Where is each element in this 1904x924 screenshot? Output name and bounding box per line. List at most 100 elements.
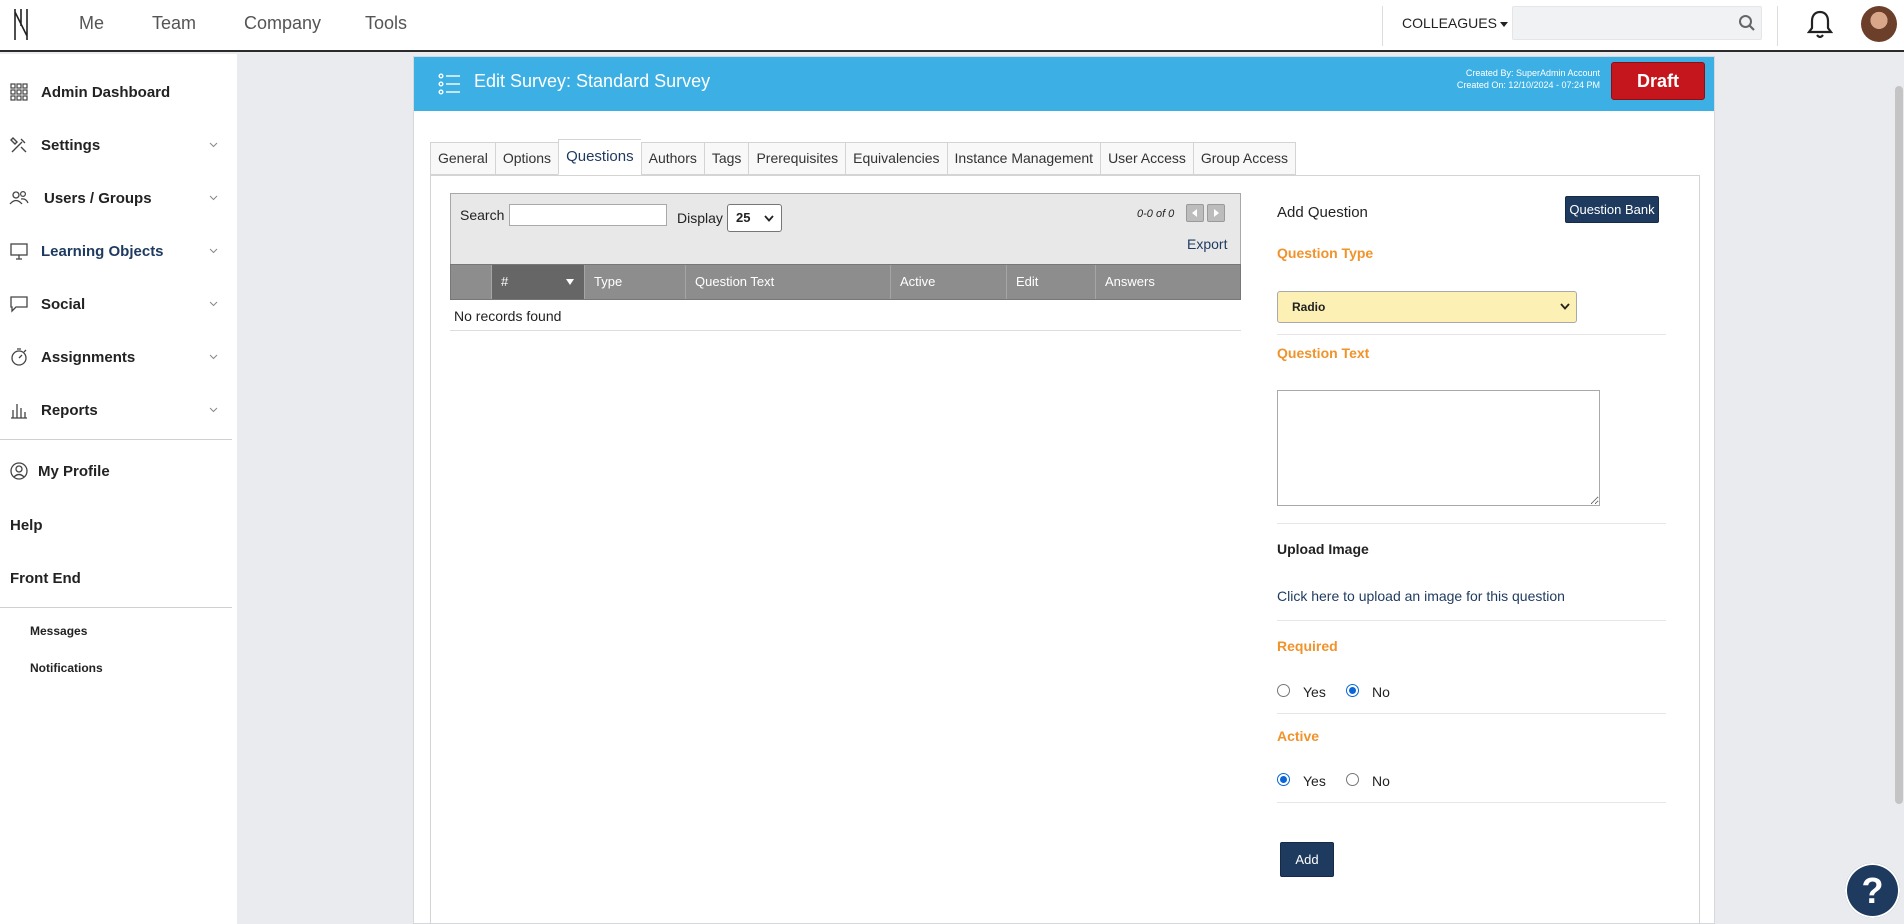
nav-company[interactable]: Company xyxy=(244,13,321,34)
sidebar-item-assignments[interactable]: Assignments xyxy=(0,337,232,377)
tab-questions[interactable]: Questions xyxy=(558,139,641,175)
sidebar-item-label: Settings xyxy=(41,136,101,154)
chevron-down-icon xyxy=(209,195,218,201)
created-meta: Created By: SuperAdmin Account Created O… xyxy=(1457,67,1600,91)
grid-header-row: # Type Question Text Active Edit Answers xyxy=(450,264,1241,300)
caret-down-icon xyxy=(1499,21,1508,27)
tab-prerequisites[interactable]: Prerequisites xyxy=(748,142,846,175)
tab-options[interactable]: Options xyxy=(494,142,559,175)
sidebar-item-label: Front End xyxy=(10,569,81,587)
created-by: Created By: SuperAdmin Account xyxy=(1465,68,1600,78)
questions-tab-content: Search Display 25 0-0 of 0 Export # Type… xyxy=(430,175,1700,924)
nav-me[interactable]: Me xyxy=(79,13,104,34)
sidebar-link-notifications[interactable]: Notifications xyxy=(30,661,103,675)
nav-team[interactable]: Team xyxy=(152,13,196,34)
question-text-input[interactable] xyxy=(1277,390,1600,506)
sidebar-item-admin-dashboard[interactable]: Admin Dashboard xyxy=(0,72,232,112)
column-header-select xyxy=(451,265,492,299)
chevron-down-icon xyxy=(209,248,218,254)
draft-status-button[interactable]: Draft xyxy=(1611,62,1705,100)
page-size-value: 25 xyxy=(736,210,751,225)
sidebar-link-messages[interactable]: Messages xyxy=(30,624,87,638)
brand-logo[interactable] xyxy=(12,6,32,42)
column-header-label: # xyxy=(501,274,509,289)
form-divider xyxy=(1277,802,1666,803)
topbar-divider xyxy=(1777,6,1778,46)
form-divider xyxy=(1277,334,1666,335)
active-no-radio[interactable] xyxy=(1346,773,1359,786)
chevron-down-icon xyxy=(1560,303,1570,310)
panel-header: Edit Survey: Standard Survey Created By:… xyxy=(414,57,1714,111)
nav-tools[interactable]: Tools xyxy=(365,13,407,34)
column-header-active[interactable]: Active xyxy=(891,265,1007,299)
users-icon xyxy=(9,190,29,205)
avatar[interactable] xyxy=(1861,6,1897,42)
required-label: Required xyxy=(1277,638,1338,654)
tab-authors[interactable]: Authors xyxy=(640,142,704,175)
add-question-button[interactable]: Add xyxy=(1280,842,1334,877)
sidebar-item-front-end[interactable]: Front End xyxy=(0,558,232,598)
export-link[interactable]: Export xyxy=(1187,236,1227,252)
page-scrollbar[interactable] xyxy=(1895,86,1903,804)
page-size-select[interactable]: 25 xyxy=(727,204,782,232)
sidebar-item-users-groups[interactable]: Users / Groups xyxy=(0,178,232,218)
grid-empty-message: No records found xyxy=(454,308,562,324)
tab-tags[interactable]: Tags xyxy=(703,142,749,175)
chevron-down-icon xyxy=(209,354,218,360)
column-header-question-text[interactable]: Question Text xyxy=(686,265,891,299)
column-header-edit[interactable]: Edit xyxy=(1007,265,1096,299)
colleagues-dropdown[interactable]: COLLEAGUES xyxy=(1402,15,1508,31)
sidebar-divider xyxy=(0,607,232,608)
column-header-answers[interactable]: Answers xyxy=(1096,265,1240,299)
sidebar-item-label: My Profile xyxy=(38,462,110,480)
tab-group-access[interactable]: Group Access xyxy=(1192,142,1297,175)
sidebar-item-reports[interactable]: Reports xyxy=(0,390,232,430)
sidebar-item-settings[interactable]: Settings xyxy=(0,125,232,165)
chevron-down-icon xyxy=(764,215,774,222)
form-divider xyxy=(1277,713,1666,714)
top-bar: Me Team Company Tools COLLEAGUES xyxy=(0,0,1904,52)
grid-search-label: Search xyxy=(460,207,505,223)
sidebar-item-social[interactable]: Social xyxy=(0,284,232,324)
upload-image-link[interactable]: Click here to upload an image for this q… xyxy=(1277,588,1565,604)
column-header-number[interactable]: # xyxy=(492,265,585,299)
question-bank-button[interactable]: Question Bank xyxy=(1565,196,1659,223)
grid-divider xyxy=(450,330,1241,331)
sidebar-item-learning-objects[interactable]: Learning Objects xyxy=(0,231,232,271)
topbar-divider xyxy=(1382,6,1383,46)
sidebar-item-my-profile[interactable]: My Profile xyxy=(0,451,232,491)
tab-instance-management[interactable]: Instance Management xyxy=(946,142,1101,175)
survey-editor-panel: Edit Survey: Standard Survey Created By:… xyxy=(413,56,1715,924)
help-button[interactable]: ? xyxy=(1845,863,1900,918)
active-yes-radio[interactable] xyxy=(1277,773,1290,786)
search-icon[interactable] xyxy=(1738,14,1756,32)
tab-general[interactable]: General xyxy=(430,142,495,175)
prev-page-button[interactable] xyxy=(1186,204,1204,222)
form-divider xyxy=(1277,523,1666,524)
grid-display-label: Display xyxy=(677,210,723,226)
column-header-type[interactable]: Type xyxy=(585,265,686,299)
bell-icon[interactable] xyxy=(1805,8,1835,40)
required-no-radio[interactable] xyxy=(1346,684,1359,697)
sidebar-item-label: Users / Groups xyxy=(44,189,152,207)
colleagues-label: COLLEAGUES xyxy=(1402,15,1497,31)
next-page-button[interactable] xyxy=(1207,204,1225,222)
stopwatch-icon xyxy=(11,348,27,366)
grid-search-input[interactable] xyxy=(509,204,667,226)
question-type-select[interactable]: Radio xyxy=(1277,291,1577,323)
sort-desc-icon xyxy=(566,279,574,285)
search-input[interactable] xyxy=(1512,6,1762,40)
upload-image-label: Upload Image xyxy=(1277,541,1369,557)
required-yes-radio[interactable] xyxy=(1277,684,1290,697)
sidebar-divider xyxy=(0,439,232,440)
sidebar-item-help[interactable]: Help xyxy=(0,505,232,545)
required-no-label: No xyxy=(1372,684,1390,700)
tools-icon xyxy=(10,137,27,153)
caret-left-icon xyxy=(1192,209,1197,217)
tab-user-access[interactable]: User Access xyxy=(1100,142,1193,175)
tab-equivalencies[interactable]: Equivalencies xyxy=(845,142,947,175)
sidebar-item-label: Reports xyxy=(41,401,98,419)
user-circle-icon xyxy=(10,462,28,480)
tab-bar: General Options Questions Authors Tags P… xyxy=(430,139,1297,175)
required-yes-label: Yes xyxy=(1303,684,1326,700)
